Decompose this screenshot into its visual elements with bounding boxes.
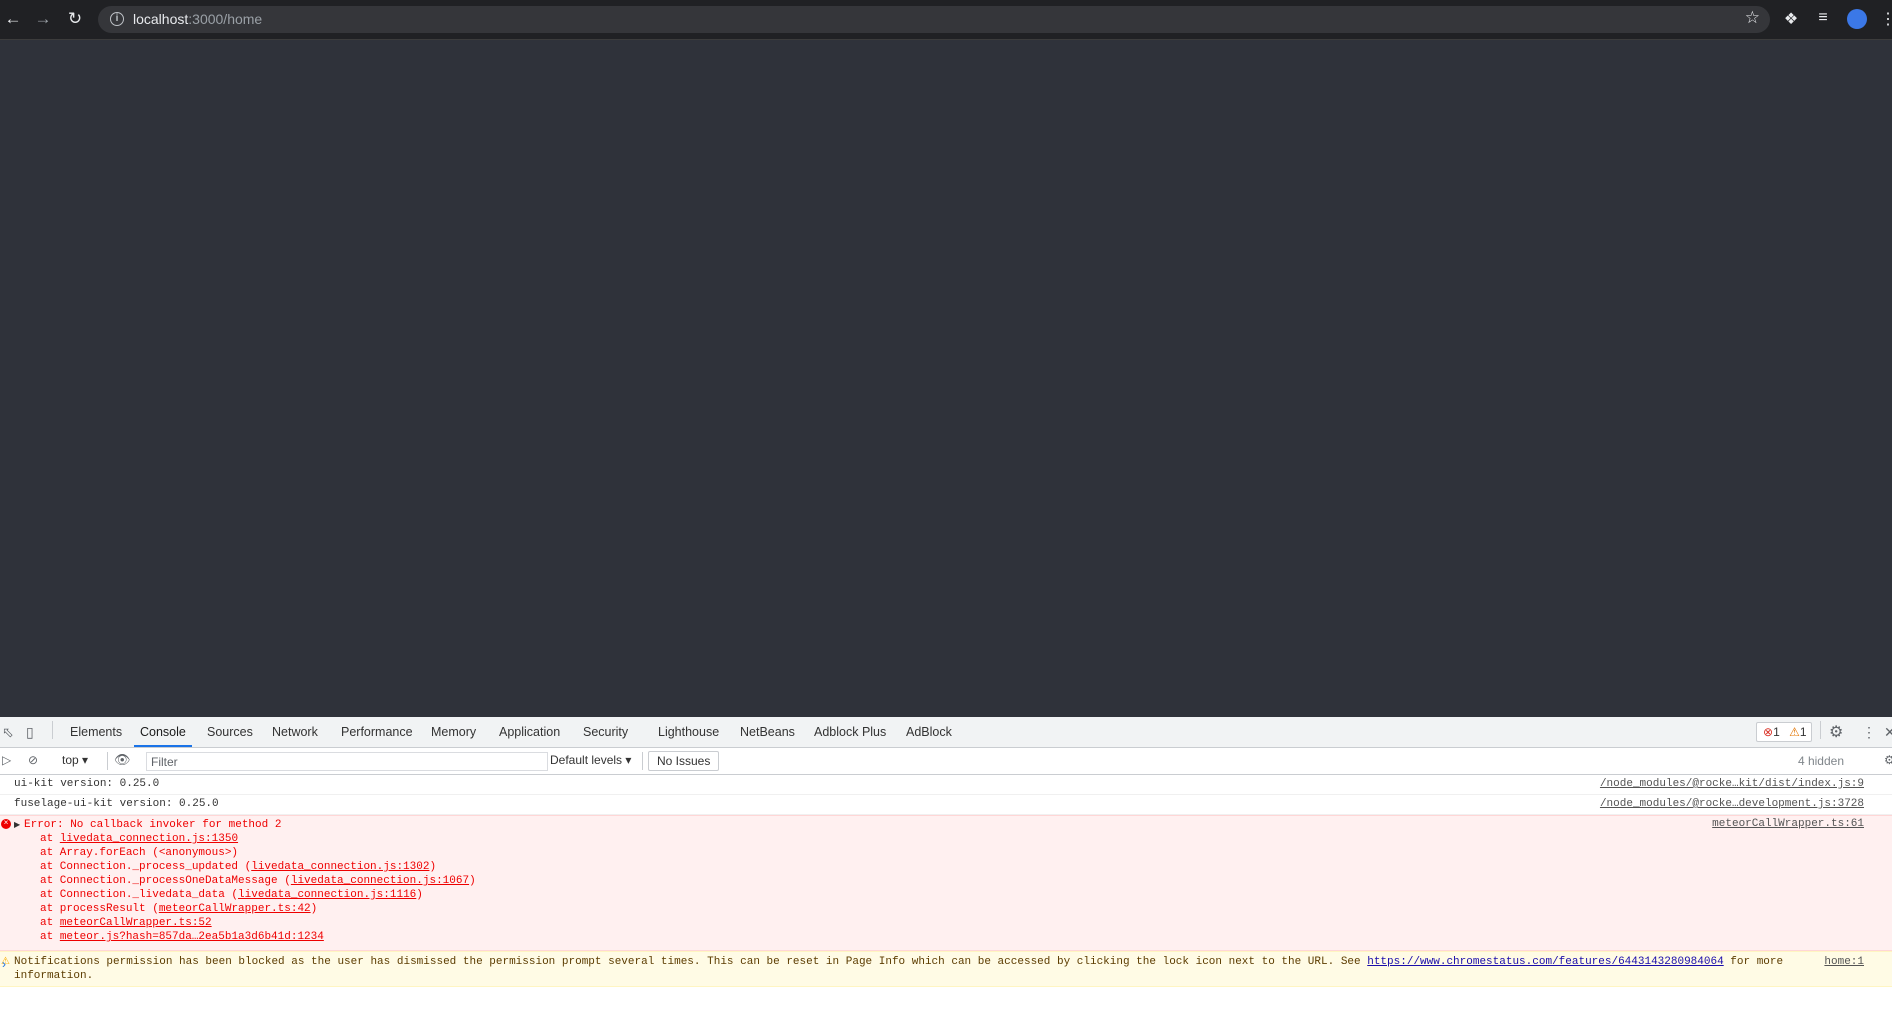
console-prompt-icon[interactable]: › [2, 957, 6, 971]
console-messages: ui-kit version: 0.25.0 /node_modules/@ro… [0, 775, 1892, 987]
tab-application[interactable]: Application [493, 717, 566, 747]
stack-frame-text: at [40, 917, 60, 929]
stack-frame: at livedata_connection.js:1350 [0, 832, 1892, 846]
profile-avatar[interactable] [1847, 9, 1867, 29]
log-levels-dropdown[interactable]: Default levels ▾ [550, 753, 631, 767]
tab-adblock-plus[interactable]: Adblock Plus [808, 717, 892, 747]
address-bar[interactable]: i localhost:3000/home ☆ [98, 6, 1770, 33]
source-link[interactable]: /node_modules/@rocke…kit/dist/index.js:9 [1600, 775, 1864, 794]
log-text: ui-kit version: 0.25.0 [14, 778, 160, 790]
inspect-element-icon[interactable]: ⬁ [2, 724, 14, 741]
bookmark-star-icon[interactable]: ☆ [1745, 8, 1760, 28]
warning-link[interactable]: https://www.chromestatus.com/features/64… [1367, 956, 1723, 968]
device-toolbar-icon[interactable]: ▯ [26, 724, 34, 741]
warning-count: 1 [1799, 725, 1807, 739]
console-toolbar: ▷ ⊘ top ▾ 👁 Default levels ▾ No Issues 4… [0, 748, 1892, 775]
close-devtools-icon[interactable]: ✕ [1884, 724, 1892, 741]
live-expression-eye-icon[interactable]: 👁 [114, 752, 131, 768]
stack-frame: at Connection._process_updated (livedata… [0, 860, 1892, 874]
devtools-panel: ⬁ ▯ Elements Console Sources Network Per… [0, 717, 1892, 1019]
console-warning-message: ⚠ Notifications permission has been bloc… [0, 951, 1892, 987]
source-link[interactable]: home:1 [1824, 955, 1864, 969]
tab-network[interactable]: Network [266, 717, 324, 747]
tab-sources[interactable]: Sources [201, 717, 259, 747]
warning-count-icon: ⚠ [1789, 725, 1800, 739]
stack-frame-text: at Connection._process_updated ( [40, 861, 252, 873]
devtools-tab-bar: ⬁ ▯ Elements Console Sources Network Per… [0, 717, 1892, 748]
stack-frame-link[interactable]: meteorCallWrapper.ts:42 [159, 903, 311, 915]
log-text: fuselage-ui-kit version: 0.25.0 [14, 798, 219, 810]
console-error-message: × ▶ Error: No callback invoker for metho… [0, 815, 1892, 951]
stack-frame: at meteorCallWrapper.ts:52 [0, 916, 1892, 930]
devtools-menu-icon[interactable]: ⋮ [1862, 724, 1876, 741]
stack-trace: at livedata_connection.js:1350 at Array.f… [0, 832, 1892, 944]
console-log-message: ui-kit version: 0.25.0 /node_modules/@ro… [0, 775, 1892, 795]
error-title[interactable]: Error: No callback invoker for method 2 [0, 818, 1892, 832]
divider [52, 721, 53, 739]
tab-memory[interactable]: Memory [425, 717, 482, 747]
stack-frame-text: ) [469, 875, 476, 887]
stack-frame-text: ) [429, 861, 437, 873]
console-settings-icon[interactable]: ⚙ [1884, 753, 1892, 767]
settings-gear-icon[interactable]: ⚙ [1829, 722, 1843, 742]
source-link[interactable]: meteorCallWrapper.ts:61 [1712, 818, 1864, 830]
issues-counter[interactable]: ⊗1 ⚠1 [1756, 722, 1812, 742]
console-log-message: fuselage-ui-kit version: 0.25.0 /node_mo… [0, 795, 1892, 815]
error-count-icon: ⊗ [1763, 725, 1774, 739]
filter-input[interactable] [146, 752, 548, 771]
clear-console-icon[interactable]: ⊘ [28, 753, 38, 767]
stack-frame: at Connection._livedata_data (livedata_c… [0, 888, 1892, 902]
browser-menu-icon[interactable]: ⋮ [1880, 9, 1892, 29]
reload-icon[interactable]: ↻ [64, 8, 86, 30]
reading-list-icon[interactable]: ≡ [1813, 9, 1833, 27]
tab-adblock[interactable]: AdBlock [900, 717, 958, 747]
tab-performance[interactable]: Performance [335, 717, 419, 747]
stack-frame: at Array.forEach (<anonymous>) [0, 846, 1892, 860]
stack-frame-text: at processResult ( [40, 903, 159, 915]
sidebar-toggle-icon[interactable]: ▷ [2, 753, 11, 767]
expand-triangle-icon[interactable]: ▶ [14, 820, 20, 830]
page-viewport [0, 40, 1892, 717]
stack-frame-text: at Connection._processOneDataMessage ( [40, 875, 291, 887]
stack-frame-text: ) [310, 903, 318, 915]
url-text[interactable]: localhost:3000/home [133, 11, 262, 27]
stack-frame: at meteor.js?hash=857da…2ea5b1a3d6b41d:1… [0, 930, 1892, 944]
stack-frame: at Connection._processOneDataMessage (li… [0, 874, 1892, 888]
stack-frame-text: at [40, 833, 60, 845]
stack-frame-link[interactable]: livedata_connection.js:1116 [238, 889, 416, 901]
tab-lighthouse[interactable]: Lighthouse [652, 717, 725, 747]
tab-netbeans[interactable]: NetBeans [734, 717, 801, 747]
divider [642, 752, 643, 770]
extensions-icon[interactable]: ❖ [1781, 9, 1801, 29]
browser-toolbar: ← → ↻ i localhost:3000/home ☆ ❖ ≡ ⋮ [0, 0, 1892, 40]
warning-text: Notifications permission has been blocke… [14, 956, 1784, 982]
stack-frame-link[interactable]: livedata_connection.js:1067 [291, 875, 469, 887]
stack-frame-link[interactable]: meteor.js?hash=857da…2ea5b1a3d6b41d:1234 [60, 931, 324, 943]
forward-arrow-icon[interactable]: → [32, 8, 54, 30]
stack-frame-text: ) [416, 889, 423, 901]
stack-frame-link[interactable]: livedata_connection.js:1302 [251, 861, 429, 873]
divider [1820, 721, 1821, 739]
stack-frame-link[interactable]: livedata_connection.js:1350 [60, 833, 238, 845]
stack-frame-link[interactable]: meteorCallWrapper.ts:52 [60, 917, 212, 929]
stack-frame: at processResult (meteorCallWrapper.ts:4… [0, 902, 1892, 916]
stack-frame-text: at Connection._livedata_data ( [40, 889, 239, 901]
tab-elements[interactable]: Elements [64, 717, 128, 747]
error-count: 1 [1773, 725, 1780, 739]
context-select[interactable]: top ▾ [62, 753, 88, 767]
error-icon: × [1, 819, 11, 829]
stack-frame-text: at Array.forEach (<anonymous>) [40, 847, 239, 859]
stack-frame-text: at [40, 931, 60, 943]
divider [107, 752, 108, 770]
hidden-messages-count: 4 hidden [1797, 754, 1844, 768]
tab-security[interactable]: Security [577, 717, 634, 747]
source-link[interactable]: /node_modules/@rocke…development.js:3728 [1600, 795, 1864, 814]
tab-console[interactable]: Console [134, 717, 192, 747]
info-icon[interactable]: i [110, 12, 124, 26]
no-issues-button[interactable]: No Issues [648, 751, 720, 771]
back-arrow-icon[interactable]: ← [2, 8, 24, 30]
